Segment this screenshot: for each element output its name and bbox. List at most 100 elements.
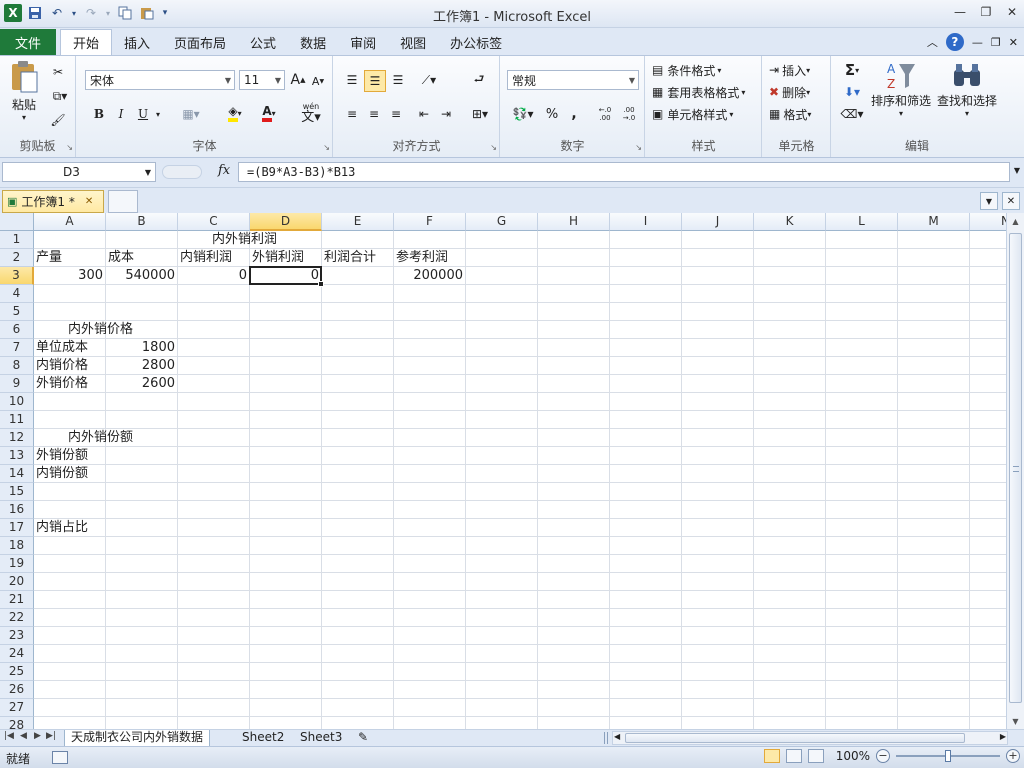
number-format-select[interactable]: 常规 ▼: [507, 70, 639, 90]
clear-icon[interactable]: ⌫▾: [838, 104, 866, 124]
horizontal-scroll-thumb[interactable]: [625, 733, 965, 743]
expand-formula-icon[interactable]: ▼: [1014, 166, 1020, 175]
sort-filter-button[interactable]: AZ 排序和筛选 ▾: [868, 60, 934, 118]
underline-button[interactable]: U: [133, 104, 153, 124]
help-icon[interactable]: ?: [945, 33, 964, 51]
row-header-6[interactable]: 6: [0, 321, 34, 339]
minimize-icon[interactable]: —: [952, 4, 968, 20]
cell-area[interactable]: 内外销利润 产量 成本 内销利润 外销利润 利润合计 参考利润 300 5400…: [34, 231, 1006, 729]
scroll-left-icon[interactable]: ◀: [614, 732, 620, 741]
cell-A3[interactable]: 300: [34, 267, 106, 285]
column-header-I[interactable]: I: [610, 213, 682, 231]
merge-center-icon[interactable]: ⊞▾: [466, 104, 494, 124]
copy-button-icon[interactable]: ⧉▾: [48, 86, 72, 106]
cell-F2[interactable]: 参考利润: [396, 249, 448, 267]
tab-insert[interactable]: 插入: [112, 29, 162, 55]
row-header-22[interactable]: 22: [0, 609, 34, 627]
align-bottom-icon[interactable]: ☰: [388, 70, 408, 90]
cell-B9[interactable]: 2600: [106, 375, 178, 393]
name-box[interactable]: D3 ▼: [2, 162, 156, 182]
scroll-up-icon[interactable]: ▲: [1007, 213, 1024, 229]
row-header-15[interactable]: 15: [0, 483, 34, 501]
new-workbook-tab[interactable]: [108, 190, 138, 213]
row-header-12[interactable]: 12: [0, 429, 34, 447]
scroll-down-icon[interactable]: ▼: [1007, 713, 1024, 729]
row-header-25[interactable]: 25: [0, 663, 34, 681]
clipboard-launcher-icon[interactable]: ↘: [66, 143, 73, 152]
alignment-launcher-icon[interactable]: ↘: [490, 143, 497, 152]
shrink-font-icon[interactable]: A ▼: [309, 72, 327, 90]
row-header-17[interactable]: 17: [0, 519, 34, 537]
vertical-scroll-thumb[interactable]: [1009, 233, 1022, 703]
tab-split-handle[interactable]: [604, 732, 608, 744]
row-header-28[interactable]: 28: [0, 717, 34, 729]
tab-office-tab[interactable]: 办公标签: [438, 29, 514, 55]
workbook-list-dropdown-icon[interactable]: ▼: [980, 192, 998, 210]
cell-C3[interactable]: 0: [178, 267, 250, 285]
format-as-table-button[interactable]: ▦ 套用表格格式 ▾: [652, 82, 762, 102]
workbook-close-all-icon[interactable]: ✕: [1002, 192, 1020, 210]
cell-B7[interactable]: 1800: [106, 339, 178, 357]
column-header-M[interactable]: M: [898, 213, 970, 231]
page-layout-view-icon[interactable]: [785, 749, 802, 763]
cell-styles-button[interactable]: ▣ 单元格样式 ▾: [652, 104, 758, 124]
bold-button[interactable]: B: [89, 104, 109, 124]
sheet-tab-3[interactable]: Sheet3: [294, 730, 348, 746]
row-header-16[interactable]: 16: [0, 501, 34, 519]
zoom-level[interactable]: 100%: [836, 749, 870, 763]
formula-input[interactable]: =(B9*A3-B3)*B13: [238, 162, 1010, 182]
font-family-select[interactable]: 宋体 ▼: [85, 70, 235, 90]
font-launcher-icon[interactable]: ↘: [323, 143, 330, 152]
autosum-button[interactable]: Σ ▾: [838, 60, 866, 80]
zoom-in-icon[interactable]: +: [1006, 749, 1020, 763]
align-top-icon[interactable]: ☰: [342, 70, 362, 90]
cell-D2[interactable]: 外销利润: [252, 249, 304, 267]
column-header-H[interactable]: H: [538, 213, 610, 231]
row-header-4[interactable]: 4: [0, 285, 34, 303]
align-left-icon[interactable]: ≡: [342, 104, 362, 124]
italic-button[interactable]: I: [111, 104, 131, 124]
row-header-23[interactable]: 23: [0, 627, 34, 645]
row-header-27[interactable]: 27: [0, 699, 34, 717]
fill-icon[interactable]: ⬇▾: [838, 82, 866, 102]
column-header-L[interactable]: L: [826, 213, 898, 231]
cell-A14[interactable]: 内销份额: [36, 465, 88, 483]
normal-view-icon[interactable]: [763, 749, 780, 763]
align-right-icon[interactable]: ≡: [386, 104, 406, 124]
cell-title-6[interactable]: 内外销价格: [68, 321, 133, 339]
cell-A2[interactable]: 产量: [36, 249, 62, 267]
cell-F3[interactable]: 200000: [394, 267, 466, 285]
cell-A7[interactable]: 单位成本: [36, 339, 88, 357]
row-header-7[interactable]: 7: [0, 339, 34, 357]
font-color-icon[interactable]: A ▾: [255, 102, 283, 124]
font-size-select[interactable]: 11 ▼: [239, 70, 285, 90]
tab-review[interactable]: 审阅: [338, 29, 388, 55]
row-header-11[interactable]: 11: [0, 411, 34, 429]
conditional-formatting-button[interactable]: ▤ 条件格式 ▾: [652, 60, 758, 80]
sheet-tab-2[interactable]: Sheet2: [236, 730, 290, 746]
row-header-21[interactable]: 21: [0, 591, 34, 609]
zoom-slider-knob[interactable]: [945, 750, 951, 762]
active-cell-selection[interactable]: [249, 266, 322, 285]
row-header-8[interactable]: 8: [0, 357, 34, 375]
select-all-button[interactable]: [0, 213, 34, 231]
comma-style-button[interactable]: ,: [565, 104, 583, 124]
row-header-24[interactable]: 24: [0, 645, 34, 663]
first-sheet-icon[interactable]: |◀: [4, 731, 14, 741]
insert-sheet-icon[interactable]: ✎: [352, 730, 374, 746]
borders-icon[interactable]: ▦▾: [177, 104, 205, 124]
zoom-slider[interactable]: [896, 749, 1000, 763]
phonetic-guide-icon[interactable]: wén 文▾: [295, 102, 327, 124]
tab-formulas[interactable]: 公式: [238, 29, 288, 55]
decrease-decimal-button[interactable]: .00 →.0: [617, 104, 641, 124]
row-header-9[interactable]: 9: [0, 375, 34, 393]
row-header-14[interactable]: 14: [0, 465, 34, 483]
format-cells-button[interactable]: ▦ 格式 ▾: [769, 104, 829, 124]
column-header-A[interactable]: A: [34, 213, 106, 231]
column-header-D[interactable]: D: [250, 213, 322, 231]
number-launcher-icon[interactable]: ↘: [635, 143, 642, 152]
cell-A17[interactable]: 内销占比: [36, 519, 88, 537]
row-header-3[interactable]: 3: [0, 267, 34, 285]
page-break-view-icon[interactable]: [807, 749, 824, 763]
vertical-scrollbar[interactable]: ▲ ▼: [1006, 213, 1024, 729]
